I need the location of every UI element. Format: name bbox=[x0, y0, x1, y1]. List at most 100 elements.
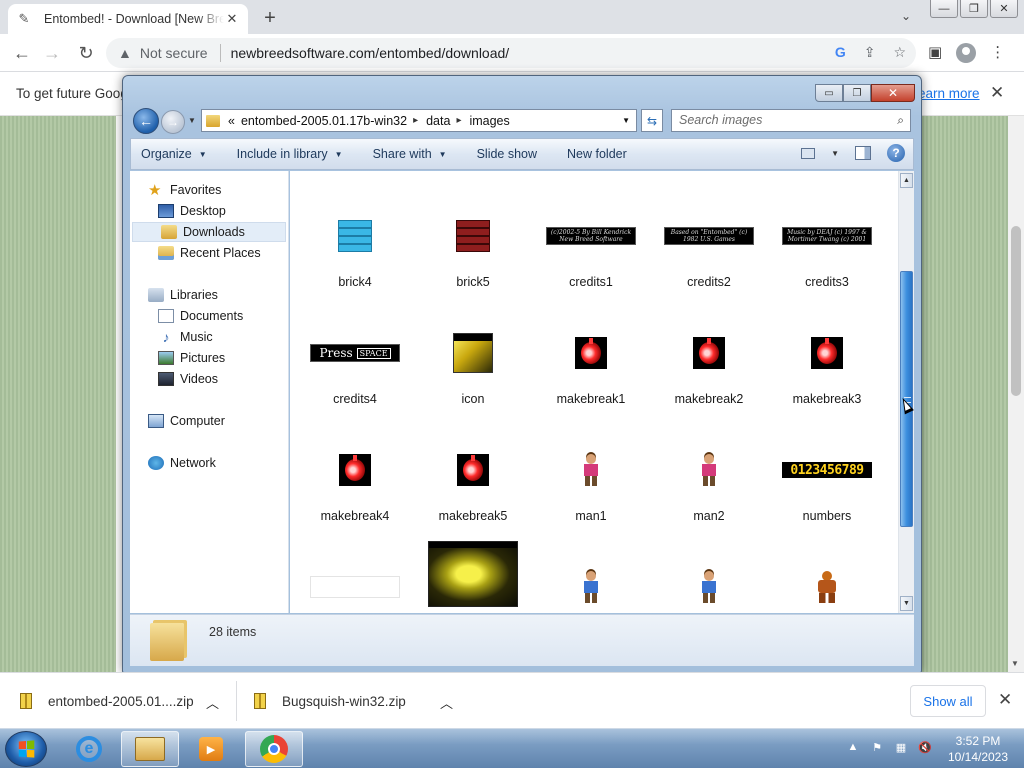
taskbar-windows-explorer[interactable] bbox=[121, 731, 179, 767]
page-scrollbar[interactable]: ▼ bbox=[1008, 116, 1024, 672]
scroll-up-icon[interactable]: ▲ bbox=[900, 173, 913, 188]
nav-item-favorites[interactable]: ★ Favorites bbox=[148, 180, 221, 200]
file-item[interactable]: makebreak5 bbox=[414, 433, 532, 533]
minimize-button[interactable]: — bbox=[930, 0, 958, 18]
file-item[interactable]: brick5 bbox=[414, 199, 532, 299]
explorer-forward-icon[interactable]: → bbox=[161, 110, 185, 134]
chevron-up-icon[interactable]: ︿ bbox=[206, 693, 219, 712]
security-label[interactable]: Not secure bbox=[140, 45, 208, 61]
search-icon[interactable]: ⌕ bbox=[897, 113, 904, 128]
change-view-icon[interactable] bbox=[801, 147, 816, 159]
file-item[interactable]: (c)2002-5 By Bill Kendrick New Breed Sof… bbox=[532, 199, 650, 299]
organize-button[interactable]: Organize ▼ bbox=[141, 147, 207, 161]
chevron-up-icon[interactable]: ︿ bbox=[440, 693, 453, 712]
file-item[interactable]: makebreak3 bbox=[768, 316, 886, 416]
file-item[interactable]: paused bbox=[296, 550, 414, 613]
explorer-minimize-button[interactable]: ▭ bbox=[815, 84, 843, 102]
breadcrumb-segment[interactable]: entombed-2005.01.17b-win32 bbox=[241, 114, 407, 128]
file-item[interactable]: zombie_mad1 bbox=[768, 550, 886, 613]
file-item[interactable]: Based on "Entombed" (c) 1982 U.S. Games … bbox=[650, 199, 768, 299]
explorer-close-button[interactable]: ✕ bbox=[871, 84, 915, 102]
nav-item-documents[interactable]: Documents bbox=[158, 306, 243, 326]
file-item[interactable]: makebreak4 bbox=[296, 433, 414, 533]
browser-tab[interactable]: ✎ Entombed! - Download [New Breed Softwa… bbox=[8, 4, 248, 34]
explorer-back-icon[interactable]: ← bbox=[133, 108, 159, 134]
side-panel-icon[interactable]: ▣ bbox=[928, 43, 942, 63]
nav-item-desktop[interactable]: Desktop bbox=[158, 201, 226, 221]
learn-more-link[interactable]: earn more bbox=[918, 86, 980, 101]
nav-item-computer[interactable]: Computer bbox=[148, 411, 225, 431]
info-bar-close-icon[interactable]: ✕ bbox=[990, 83, 1004, 103]
tab-close-icon[interactable]: ✕ bbox=[224, 11, 240, 27]
taskbar-media-player[interactable]: ▶ bbox=[182, 731, 240, 767]
nav-item-recent-places[interactable]: Recent Places bbox=[158, 243, 261, 263]
nav-item-network[interactable]: Network bbox=[148, 453, 216, 473]
system-clock[interactable]: 3:52 PM 10/14/2023 bbox=[938, 733, 1018, 765]
file-list-scrollbar[interactable]: ▲ ▼ bbox=[898, 171, 914, 613]
file-item[interactable]: Music by DEAJ (c) 1997 & Mortimer Twang … bbox=[768, 199, 886, 299]
file-item[interactable]: woman1 bbox=[532, 550, 650, 613]
preview-pane-icon[interactable] bbox=[855, 146, 871, 160]
include-in-library-button[interactable]: Include in library ▼ bbox=[237, 147, 343, 161]
menu-kebab-icon[interactable]: ⋮ bbox=[990, 43, 1005, 63]
slide-show-button[interactable]: Slide show bbox=[477, 147, 537, 161]
breadcrumb-segment[interactable]: data bbox=[426, 114, 450, 128]
forward-arrow-icon[interactable]: → bbox=[40, 41, 64, 65]
action-center-flag-icon[interactable]: ⚑ bbox=[870, 740, 884, 754]
volume-muted-icon[interactable]: 🔇 bbox=[918, 740, 932, 754]
close-button[interactable]: ✕ bbox=[990, 0, 1018, 18]
reload-icon[interactable]: ↻ bbox=[74, 41, 98, 65]
tab-search-icon[interactable]: ⌄ bbox=[896, 6, 916, 26]
nav-item-pictures[interactable]: Pictures bbox=[158, 348, 225, 368]
refresh-icon[interactable]: ⇆ bbox=[641, 109, 663, 132]
file-item[interactable]: Press SPACE credits4 bbox=[296, 316, 414, 416]
share-icon[interactable]: ⇪ bbox=[864, 44, 876, 61]
breadcrumb-overflow[interactable]: « bbox=[228, 114, 235, 128]
scroll-down-icon[interactable]: ▼ bbox=[1011, 659, 1019, 668]
back-arrow-icon[interactable]: ← bbox=[10, 41, 34, 65]
network-status-icon[interactable]: ▦ bbox=[894, 740, 908, 754]
page-scrollbar-thumb[interactable] bbox=[1011, 226, 1021, 396]
new-tab-button[interactable]: + bbox=[258, 6, 282, 30]
nav-item-downloads[interactable]: Downloads bbox=[132, 222, 286, 242]
file-item[interactable]: makebreak2 bbox=[650, 316, 768, 416]
recent-pages-dropdown-icon[interactable]: ▼ bbox=[188, 116, 196, 125]
show-all-button[interactable]: Show all bbox=[910, 685, 986, 717]
search-input[interactable]: Search images ⌕ bbox=[671, 109, 911, 132]
chevron-right-icon[interactable]: ▸ bbox=[413, 115, 418, 126]
download-item[interactable]: entombed-2005.01....zip bbox=[20, 673, 194, 729]
chevron-right-icon[interactable]: ▸ bbox=[456, 115, 461, 126]
file-item[interactable]: man1 bbox=[532, 433, 650, 533]
start-button[interactable] bbox=[5, 731, 47, 767]
chevron-down-icon[interactable]: ▼ bbox=[831, 149, 839, 158]
file-item[interactable]: makebreak1 bbox=[532, 316, 650, 416]
file-item[interactable]: woman2 bbox=[650, 550, 768, 613]
bookmark-star-icon[interactable]: ☆ bbox=[893, 44, 906, 61]
show-hidden-icons-icon[interactable]: ▲ bbox=[846, 740, 860, 754]
help-icon[interactable]: ? bbox=[887, 144, 905, 162]
file-item[interactable]: man2 bbox=[650, 433, 768, 533]
taskbar-chrome[interactable] bbox=[245, 731, 303, 767]
file-item[interactable]: brick4 bbox=[296, 199, 414, 299]
file-item[interactable]: title bbox=[414, 541, 532, 613]
explorer-maximize-button[interactable]: ❐ bbox=[843, 84, 871, 102]
nav-item-videos[interactable]: Videos bbox=[158, 369, 218, 389]
chevron-down-icon[interactable]: ▼ bbox=[622, 116, 630, 125]
download-item[interactable]: Bugsquish-win32.zip bbox=[254, 673, 406, 729]
restore-button[interactable]: ❐ bbox=[960, 0, 988, 18]
google-lens-icon[interactable]: G bbox=[835, 44, 846, 61]
file-item[interactable]: 0123456789 numbers bbox=[768, 433, 886, 533]
shelf-close-icon[interactable]: ✕ bbox=[998, 690, 1012, 710]
breadcrumb-segment[interactable]: images bbox=[469, 114, 509, 128]
nav-item-libraries[interactable]: Libraries bbox=[148, 285, 218, 305]
scroll-down-icon[interactable]: ▼ bbox=[900, 596, 913, 611]
profile-avatar-icon[interactable] bbox=[956, 43, 977, 63]
share-with-button[interactable]: Share with ▼ bbox=[373, 147, 447, 161]
taskbar-internet-explorer[interactable]: e bbox=[60, 731, 118, 767]
address-bar[interactable]: ▲ Not secure newbreedsoftware.com/entomb… bbox=[106, 38, 916, 68]
file-item[interactable]: icon bbox=[414, 316, 532, 416]
breadcrumb[interactable]: « entombed-2005.01.17b-win32 ▸ data ▸ im… bbox=[201, 109, 637, 132]
nav-item-music[interactable]: ♪ Music bbox=[158, 327, 213, 347]
new-folder-button[interactable]: New folder bbox=[567, 147, 627, 161]
url-text[interactable]: newbreedsoftware.com/entombed/download/ bbox=[231, 45, 510, 61]
